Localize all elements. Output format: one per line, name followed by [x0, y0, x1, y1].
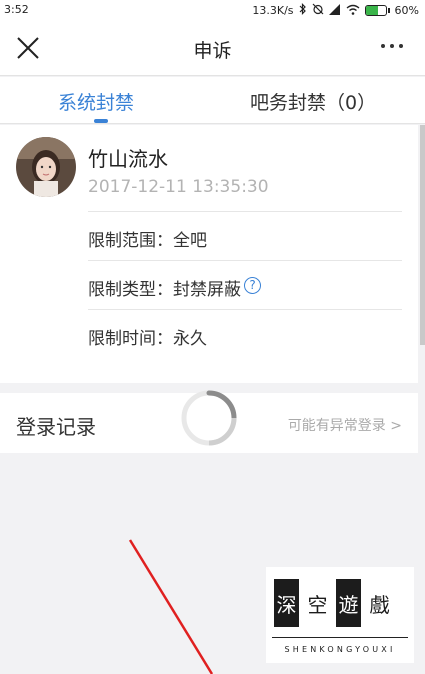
status-time: 3:52 [4, 3, 29, 16]
battery-icon [364, 5, 390, 16]
status-bar: 3:52 13.3K/s 60% [0, 0, 425, 20]
logo-char: 遊 [336, 579, 361, 627]
divider [88, 309, 402, 310]
divider [88, 260, 402, 261]
screen: 3:52 13.3K/s 60% 申诉 系统封禁 吧务封禁（0） 竹山流水 20… [0, 0, 425, 674]
wifi-icon [346, 4, 360, 18]
restriction-type: 限制类型：封禁屏蔽 [88, 280, 241, 300]
status-right: 13.3K/s 60% [252, 3, 419, 18]
battery-percent: 60% [394, 3, 419, 17]
logo-char: 深 [274, 579, 299, 627]
alarm-off-icon [312, 3, 324, 18]
logo-char: 空 [305, 579, 330, 627]
loading-spinner-icon [180, 389, 238, 447]
logo-chars: 深 空 遊 戲 [274, 579, 392, 627]
logo-rule [272, 637, 408, 638]
logo-char: 戲 [367, 579, 392, 627]
scrollbar[interactable] [420, 125, 425, 345]
avatar[interactable] [16, 137, 76, 197]
abnormal-login-link[interactable]: 可能有异常登录 > [288, 415, 402, 435]
restriction-duration: 限制时间：永久 [88, 329, 207, 349]
login-record-label: 登录记录 [16, 415, 96, 439]
network-speed: 13.3K/s [252, 3, 294, 17]
restriction-scope: 限制范围：全吧 [88, 231, 207, 251]
watermark-logo: 深 空 遊 戲 SHENKONGYOUXI [266, 567, 414, 663]
bluetooth-icon [299, 3, 307, 18]
more-dots-icon[interactable] [381, 44, 403, 48]
tab-system-ban[interactable]: 系统封禁 [58, 88, 134, 115]
user-name: 竹山流水 [88, 147, 168, 171]
page-title: 申诉 [193, 40, 232, 62]
ban-info-card: 竹山流水 2017-12-11 13:35:30 限制范围：全吧 限制类型：封禁… [0, 125, 418, 383]
nav-bar: 申诉 [0, 20, 425, 76]
active-tab-indicator [94, 119, 108, 123]
annotation-arrow-icon [120, 530, 220, 674]
ban-timestamp: 2017-12-11 13:35:30 [88, 177, 269, 197]
logo-text: SHENKONGYOUXI [284, 645, 396, 654]
tab-moderator-ban[interactable]: 吧务封禁（0） [250, 88, 376, 115]
tab-bar: 系统封禁 吧务封禁（0） [0, 77, 425, 124]
signal-icon [328, 3, 341, 18]
help-icon[interactable]: ? [244, 277, 261, 294]
divider [88, 211, 402, 212]
